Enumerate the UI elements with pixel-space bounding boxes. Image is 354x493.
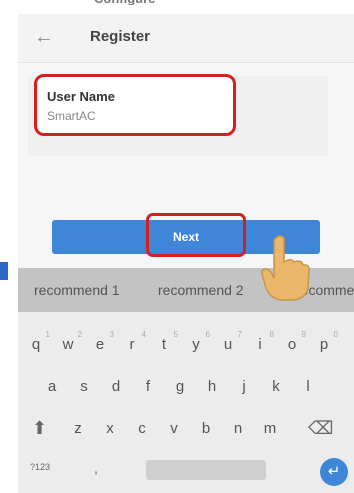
suggestion-1[interactable]: recommend 1 <box>34 282 120 298</box>
pointer-arrow-marker <box>0 262 8 280</box>
key-o[interactable]: o9 <box>282 330 306 356</box>
username-label: User Name <box>47 89 115 104</box>
key-v[interactable]: v <box>164 418 184 440</box>
backspace-icon[interactable]: ⌫ <box>308 418 333 439</box>
app-header: ← Register <box>18 14 354 63</box>
next-highlight-box <box>146 213 246 257</box>
suggestion-2[interactable]: recommend 2 <box>158 282 244 298</box>
enter-icon[interactable]: ↵ <box>320 458 348 486</box>
key-z[interactable]: z <box>68 418 88 440</box>
key-u[interactable]: u7 <box>218 330 242 356</box>
key-d[interactable]: d <box>106 376 126 398</box>
key-n[interactable]: n <box>228 418 248 440</box>
on-screen-keyboard: q1 w2 e3 r4 t5 y6 u7 i8 o9 p0 a s d f g … <box>18 312 354 493</box>
key-a[interactable]: a <box>42 376 62 398</box>
phone-screen: ← Register User Name Next recommend 1 re… <box>18 14 354 493</box>
username-field[interactable]: User Name <box>34 74 236 136</box>
arrow-left-icon[interactable]: ← <box>34 26 56 48</box>
key-p[interactable]: p0 <box>314 330 338 356</box>
key-w[interactable]: w2 <box>58 330 82 356</box>
mode-switch-key[interactable]: ?123 <box>30 462 50 472</box>
key-r[interactable]: r4 <box>122 330 147 356</box>
key-j[interactable]: j <box>234 376 254 398</box>
shift-icon[interactable]: ⬆ <box>32 418 47 439</box>
partial-caption: Configure <box>94 0 244 5</box>
key-k[interactable]: k <box>266 376 286 398</box>
key-f[interactable]: f <box>138 376 158 398</box>
key-g[interactable]: g <box>170 376 190 398</box>
key-i[interactable]: i8 <box>250 330 274 356</box>
key-c[interactable]: c <box>132 418 152 440</box>
pointing-hand-icon <box>261 235 310 301</box>
key-s[interactable]: s <box>74 376 94 398</box>
key-t[interactable]: t5 <box>154 330 178 356</box>
key-q[interactable]: q1 <box>26 330 50 356</box>
spacebar[interactable] <box>146 460 266 480</box>
key-l[interactable]: l <box>298 376 318 398</box>
page-title: Register <box>90 28 151 45</box>
key-h[interactable]: h <box>202 376 222 398</box>
key-y[interactable]: y6 <box>186 330 210 356</box>
key-e[interactable]: e3 <box>90 330 114 356</box>
key-x[interactable]: x <box>100 418 120 440</box>
key-m[interactable]: m <box>260 418 280 440</box>
key-b[interactable]: b <box>196 418 216 440</box>
key-comma[interactable]: , <box>94 460 98 476</box>
username-input[interactable] <box>47 107 217 125</box>
